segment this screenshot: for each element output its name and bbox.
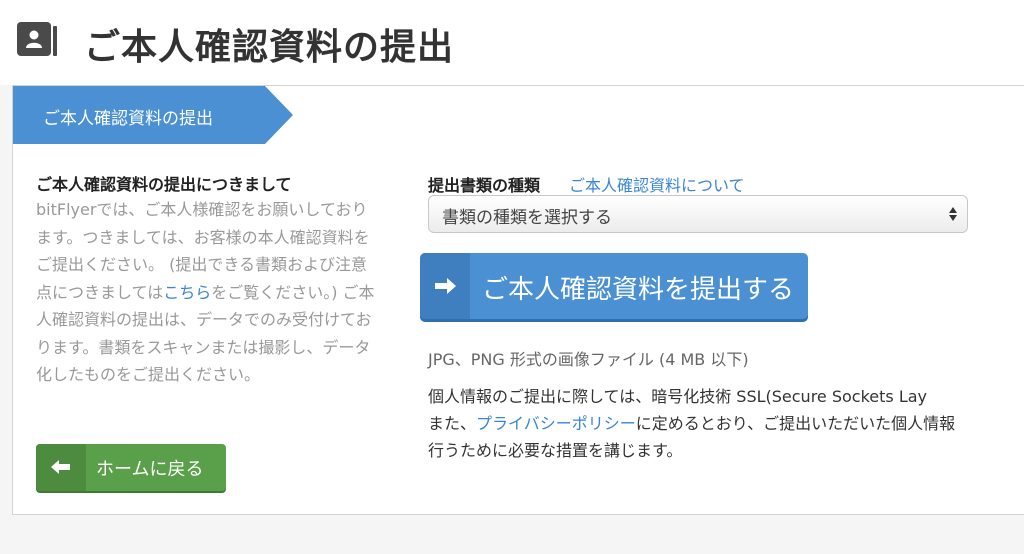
document-info-link[interactable]: こちら (163, 283, 211, 302)
home-button[interactable]: ホームに戻る (36, 444, 226, 491)
arrow-right-icon (420, 253, 470, 319)
doc-type-info-link[interactable]: ご本人確認資料について (569, 172, 745, 196)
contact-book-icon (17, 22, 57, 56)
arrow-left-icon (36, 444, 86, 491)
doc-type-label: 提出書類の種類 (428, 176, 541, 195)
privacy-line-1: 個人情報のご提出に際しては、暗号化技術 SSL(Secure Sockets L… (428, 387, 928, 406)
privacy-line-2: また、プライバシーポリシーに定めるとおり、ご提出いただいた個人情報 (428, 410, 1024, 437)
intro-heading: ご本人確認資料の提出につきまして (36, 175, 292, 194)
doc-type-select-value: 書類の種類を選択する (442, 208, 612, 228)
step-indicator-arrow (265, 86, 293, 144)
privacy-line-2-before: また、 (428, 414, 477, 433)
select-arrows-icon (949, 207, 957, 221)
step-label: ご本人確認資料の提出 (43, 109, 213, 129)
privacy-line-2-after: に定めるとおり、ご提出いただいた個人情報 (635, 414, 956, 433)
privacy-line-3: 行うために必要な措置を講じます。 (428, 441, 683, 460)
submit-documents-button[interactable]: ご本人確認資料を提出する (420, 253, 808, 319)
intro-text: bitFlyerでは、ご本人様確認をお願いしております。つきましては、お客様の本… (36, 196, 380, 389)
privacy-notice: 個人情報のご提出に際しては、暗号化技術 SSL(Secure Sockets L… (428, 383, 1024, 464)
doc-type-select[interactable]: 書類の種類を選択する (428, 195, 968, 233)
submit-button-label: ご本人確認資料を提出する (482, 275, 795, 305)
file-format-note: JPG、PNG 形式の画像ファイル (4 MB 以下) (428, 350, 749, 369)
page-title: ご本人確認資料の提出 (84, 27, 455, 68)
privacy-policy-link[interactable]: プライバシーポリシー (476, 414, 636, 433)
home-button-label: ホームに戻る (96, 459, 204, 480)
page-header: ご本人確認資料の提出 (0, 0, 1024, 85)
